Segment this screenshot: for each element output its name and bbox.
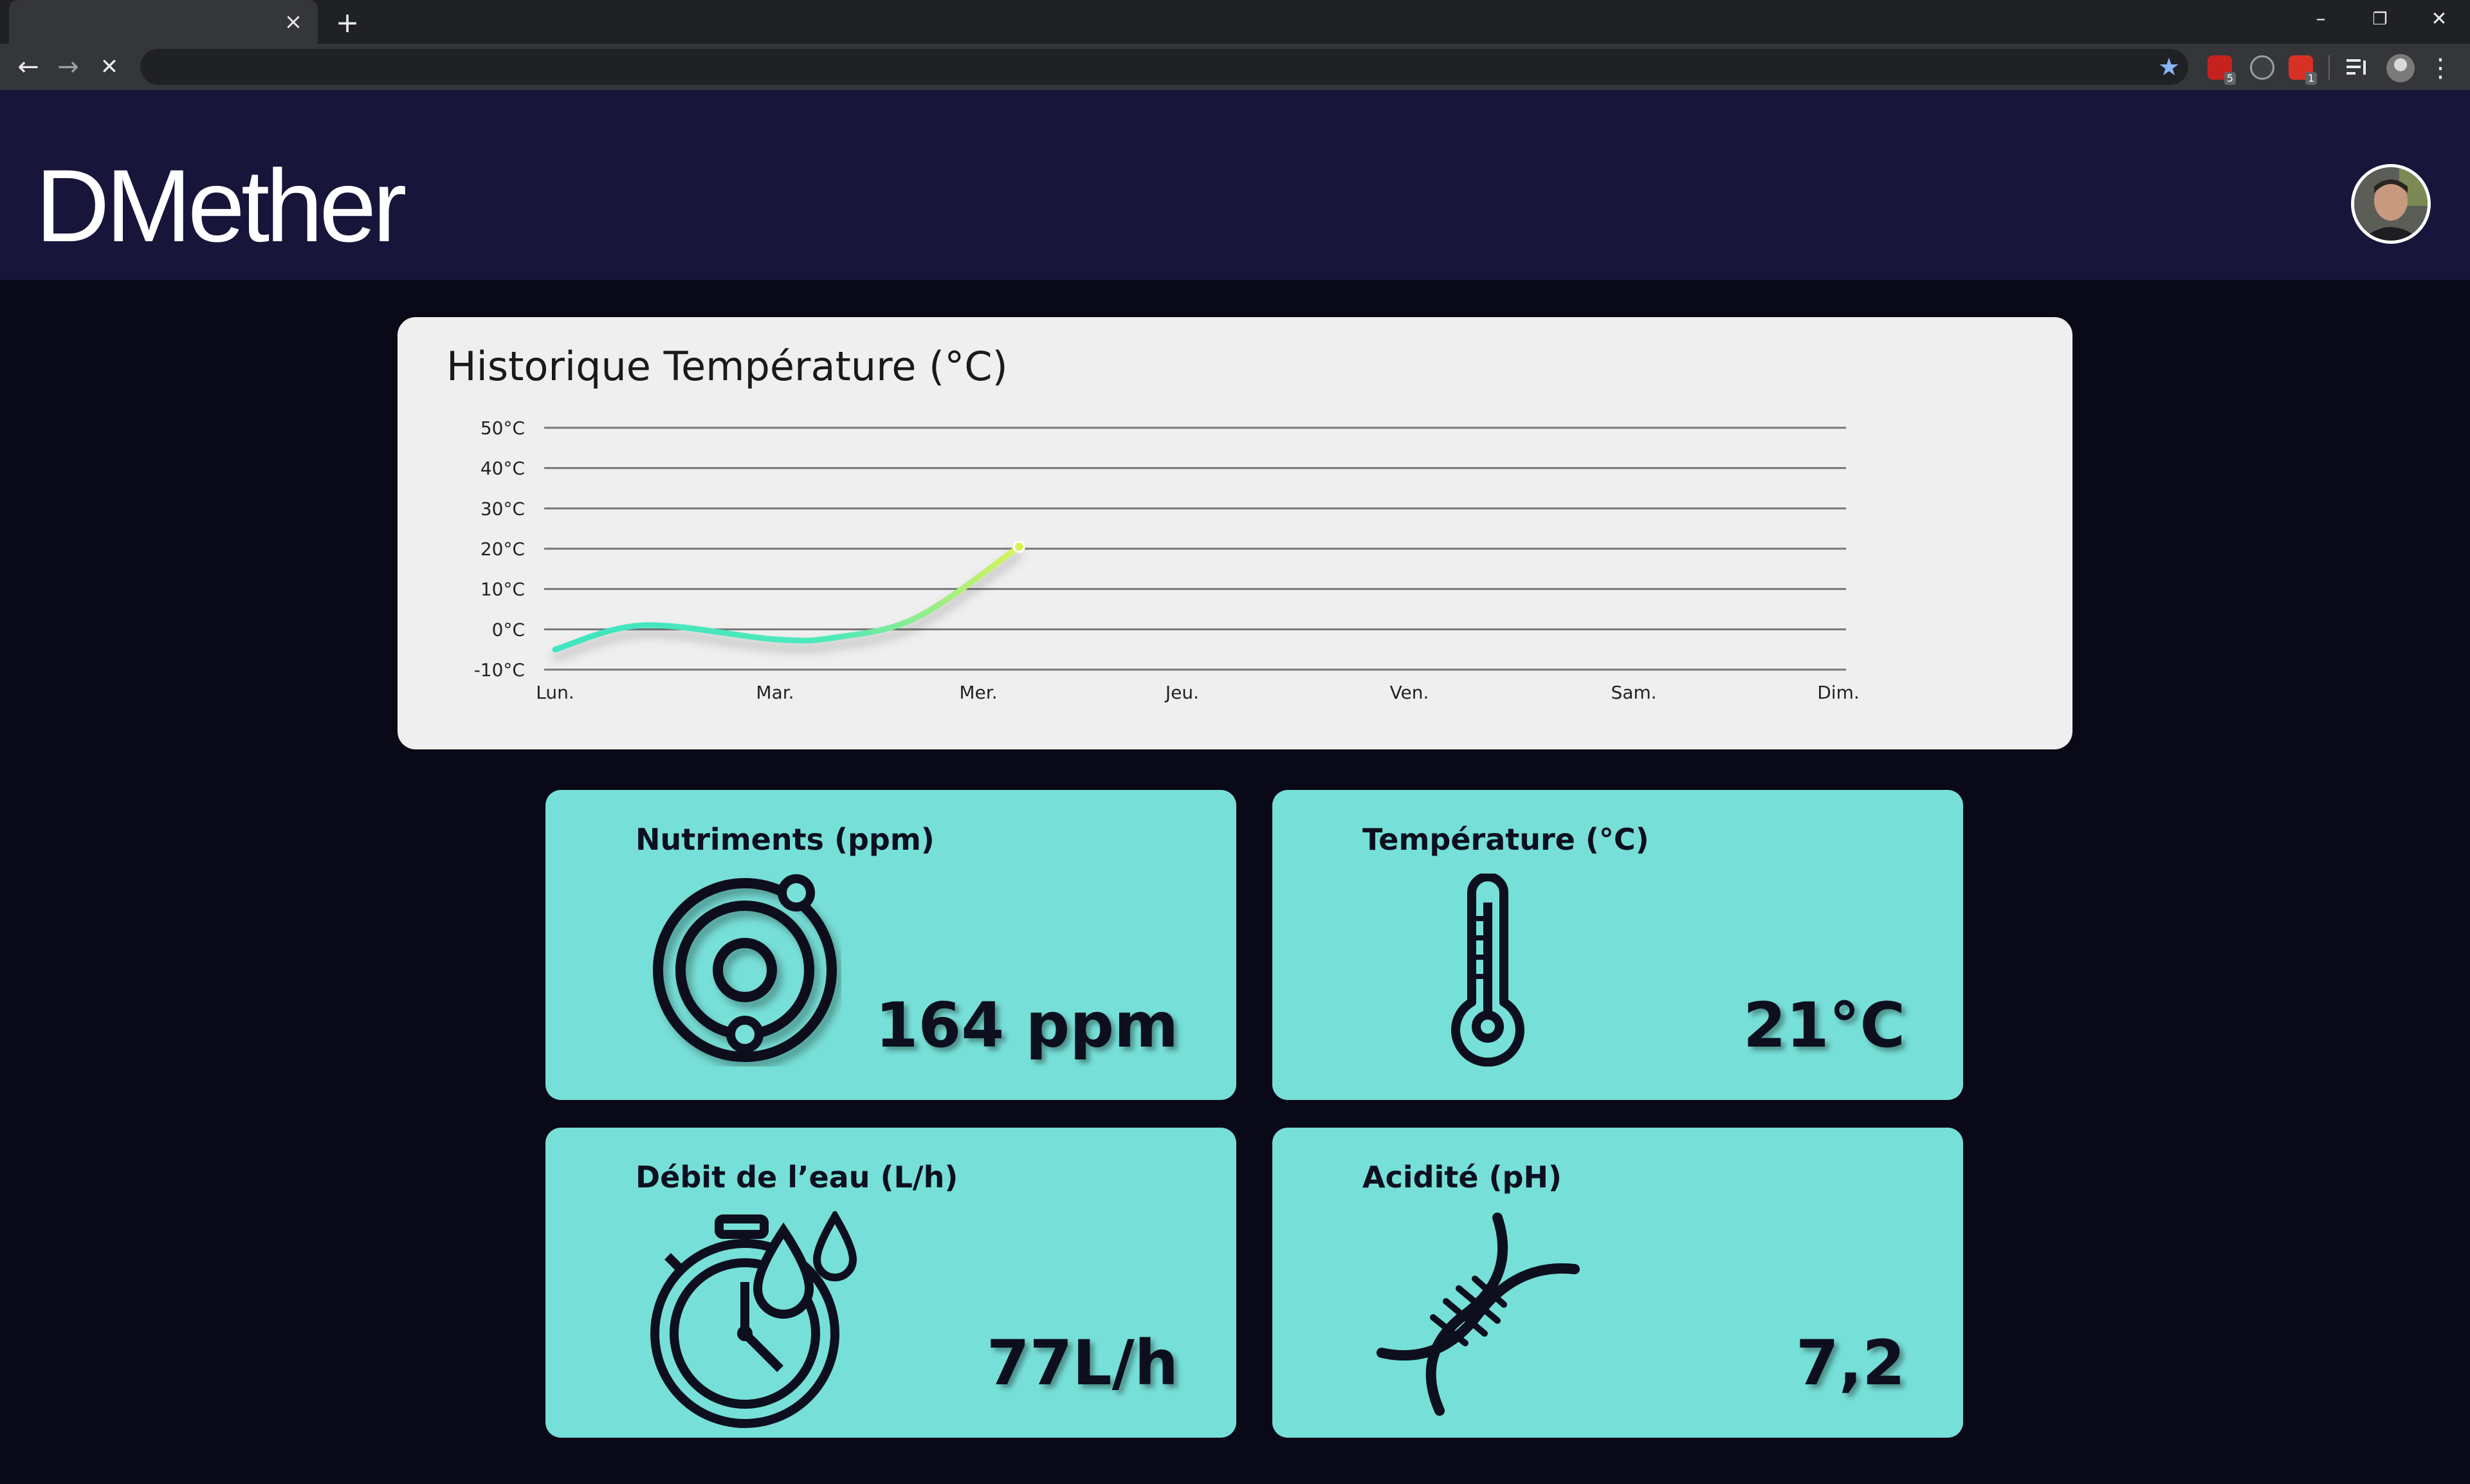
x-tick-label: Lun.: [536, 682, 574, 703]
metric-value: 77L/h: [986, 1327, 1178, 1399]
extension-red-icon[interactable]: 1: [2289, 55, 2317, 85]
metric-title: Nutriments (ppm): [636, 822, 935, 857]
stop-loading-button[interactable]: ✕: [94, 51, 125, 82]
extension-glasses-icon[interactable]: [2250, 55, 2274, 80]
x-tick-label: Jeu.: [1164, 682, 1199, 703]
series-end-point[interactable]: [1012, 540, 1025, 553]
metric-title: Température (°C): [1362, 822, 1649, 857]
media-queue-icon[interactable]: [2345, 55, 2370, 80]
y-tick-label: -10°C: [474, 659, 525, 681]
browser-tab[interactable]: ×: [9, 0, 318, 44]
tab-close-icon[interactable]: ×: [280, 9, 306, 35]
temperature-history-card: Historique Température (°C) 50°C 40°C 30°C…: [398, 317, 2072, 749]
metric-card-nutrients: Nutriments (ppm) 164 ppm: [545, 790, 1236, 1100]
minimize-button[interactable]: –: [2303, 5, 2339, 33]
browser-menu-icon[interactable]: ⋮: [2428, 53, 2453, 84]
app-logo[interactable]: DMether: [35, 154, 407, 257]
x-tick-label: Mar.: [756, 682, 794, 703]
metric-card-water-flow: Débit de l’eau (L/h) 77L/h: [545, 1128, 1236, 1438]
app-header: DMether: [0, 90, 2470, 280]
x-tick-label: Mer.: [959, 682, 997, 703]
x-tick-label: Ven.: [1390, 682, 1429, 703]
close-window-button[interactable]: ✕: [2421, 5, 2457, 33]
extension-badge: 1: [2305, 72, 2317, 85]
metric-value: 7,2: [1795, 1327, 1905, 1399]
stopwatch-drop-icon: [650, 1211, 857, 1428]
dna-icon: [1377, 1213, 1580, 1416]
user-avatar[interactable]: [2351, 164, 2431, 244]
restore-button[interactable]: ❐: [2362, 5, 2398, 33]
toolbar-divider: [2328, 55, 2330, 80]
back-button[interactable]: ←: [13, 51, 44, 82]
thermometer-icon: [1451, 874, 1524, 1067]
metric-value: 21°C: [1743, 989, 1905, 1061]
y-tick-label: 20°C: [480, 538, 525, 560]
metric-title: Acidité (pH): [1362, 1160, 1562, 1195]
extension-ublock-icon[interactable]: 5: [2208, 55, 2236, 85]
forward-button[interactable]: →: [53, 51, 84, 82]
metric-card-temperature: Température (°C) 21°C: [1272, 790, 1963, 1100]
metric-value: 164 ppm: [875, 989, 1178, 1061]
browser-tab-bar: × + – ❐ ✕: [0, 0, 2470, 44]
y-tick-label: 50°C: [480, 417, 525, 439]
metric-title: Débit de l’eau (L/h): [636, 1160, 958, 1195]
temperature-series-line: [552, 544, 1022, 653]
extension-badge: 5: [2224, 72, 2236, 85]
address-bar[interactable]: [140, 49, 2188, 85]
orbit-icon: [653, 874, 837, 1062]
metric-card-acidity: Acidité (pH) 7,2: [1272, 1128, 1963, 1438]
y-tick-label: 10°C: [480, 579, 525, 600]
y-tick-label: 40°C: [480, 458, 525, 479]
new-tab-button[interactable]: +: [332, 8, 363, 39]
y-tick-label: 30°C: [480, 498, 525, 519]
browser-profile-icon[interactable]: [2386, 54, 2415, 82]
x-tick-label: Dim.: [1817, 682, 1860, 703]
x-tick-label: Sam.: [1611, 682, 1656, 703]
browser-toolbar: ← → ✕: [0, 44, 2470, 90]
bookmark-star-icon[interactable]: ★: [2155, 51, 2183, 82]
y-tick-label: 0°C: [492, 619, 525, 640]
temperature-line-chart: 50°C 40°C 30°C 20°C 10°C 0°C -10°C Lun. Mar. Mer…: [474, 417, 1860, 703]
